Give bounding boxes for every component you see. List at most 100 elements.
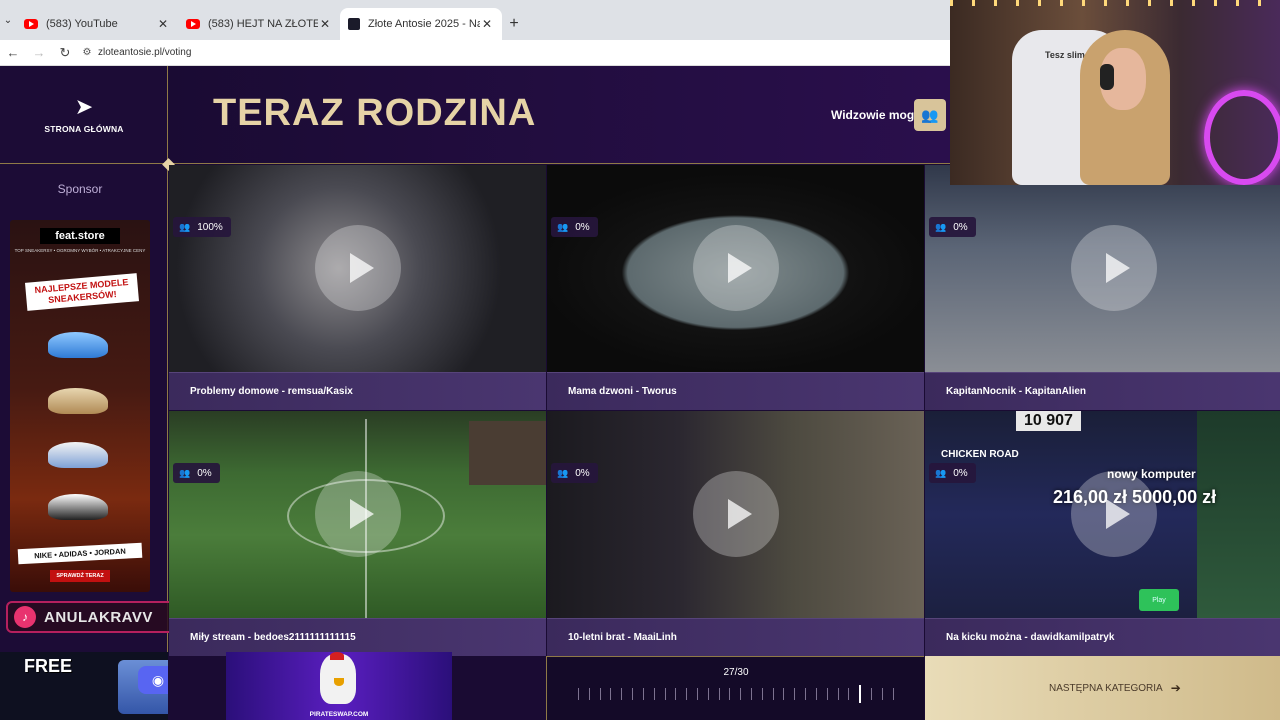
progress-tick (870, 688, 872, 700)
next-category-label: NASTĘPNA KATEGORIA (1049, 682, 1163, 694)
vote-percent: 0% (197, 467, 212, 479)
progress-tick (696, 688, 698, 700)
streamer-cam (469, 421, 546, 485)
users-icon: 👥 (557, 221, 569, 232)
progress-tick (664, 688, 666, 700)
progress-tick (686, 688, 688, 700)
browser-tab-active[interactable]: Złote Antosie 2025 - Największ ✕ (340, 8, 502, 40)
tab-close-icon[interactable]: ✕ (480, 17, 494, 31)
tiktok-icon: ♪ (14, 606, 36, 628)
arrow-right-icon: ➔ (1170, 681, 1181, 695)
progress-tick (578, 688, 579, 700)
progress-tick (740, 688, 742, 700)
headset-icon (1100, 64, 1114, 90)
play-icon[interactable] (693, 225, 779, 311)
pirate-url: PIRATESWAP.COM (309, 711, 369, 718)
sneaker-image (48, 388, 108, 414)
progress-tick (826, 688, 828, 700)
vote-percent: 0% (575, 221, 590, 233)
home-label: STRONA GŁÓWNA (44, 123, 124, 134)
progress-tick (599, 688, 601, 700)
string-lights (950, 0, 1280, 6)
users-icon[interactable]: 👥 (914, 99, 946, 131)
nominee-title: KapitanNocnik - KapitanAlien (925, 372, 1280, 410)
sponsor-ad[interactable]: feat.store TOP SNEAKERSY • OGROMNY WYBÓR… (10, 220, 150, 592)
back-icon[interactable]: ← (0, 45, 26, 60)
nominee-card[interactable]: 👥 100% Problemy domowe - remsua/Kasix (169, 165, 546, 410)
browser-tab[interactable]: (583) YouTube ✕ (16, 8, 178, 40)
tab-close-icon[interactable]: ✕ (318, 17, 332, 31)
vote-percent-badge: 👥 0% (173, 463, 220, 483)
tab-label: (583) YouTube (46, 18, 118, 30)
progress-tick (892, 688, 894, 700)
home-button[interactable]: ➤ STRONA GŁÓWNA (0, 66, 168, 164)
nominee-card[interactable]: 👥 0% 10-letni brat - MaaiLinh (547, 411, 924, 656)
progress-counter: 27/30 (723, 667, 749, 678)
play-icon[interactable] (1071, 225, 1157, 311)
sponsor-label: Sponsor (57, 182, 103, 196)
users-icon: 👥 (179, 467, 191, 478)
progress-ticks (578, 685, 894, 703)
play-icon[interactable] (693, 471, 779, 557)
progress-tick (718, 688, 720, 700)
nominee-title: Mama dzwoni - Tworus (547, 372, 924, 410)
sneaker-image (48, 442, 108, 468)
nominee-title: Problemy domowe - remsua/Kasix (169, 372, 546, 410)
users-icon: 👥 (935, 467, 947, 478)
play-icon[interactable] (1071, 471, 1157, 557)
users-icon: 👥 (179, 221, 191, 232)
new-tab-button[interactable]: + (502, 8, 526, 40)
chicken-comb (330, 652, 344, 660)
ad-cta[interactable]: SPRAWDŹ TERAZ (50, 570, 110, 582)
progress-tick (794, 688, 796, 700)
arrow-left-icon: ➤ (74, 93, 94, 119)
nominee-grid: 👥 100% Problemy domowe - remsua/Kasix 👥 0%… (169, 165, 1280, 656)
progress-tick (610, 688, 612, 700)
youtube-icon (186, 19, 200, 29)
play-icon[interactable] (315, 471, 401, 557)
tab-close-icon[interactable]: ✕ (156, 17, 170, 31)
nominee-card[interactable]: 👥 0% Mama dzwoni - Tworus (547, 165, 924, 410)
users-icon: 👥 (935, 221, 947, 232)
nominee-card[interactable]: 👥 0% Miły stream - bedoes2111111111115 (169, 411, 546, 656)
progress-tick (707, 688, 709, 700)
game-play-button: Play (1139, 589, 1179, 611)
progress-tick (848, 688, 850, 700)
nominee-title: Miły stream - bedoes2111111111115 (169, 618, 546, 656)
viewers-label: Widzowie mogą (831, 108, 921, 122)
nominee-card[interactable]: 👥 0% KapitanNocnik - KapitanAlien (925, 165, 1280, 410)
tab-search-icon[interactable]: ⌄ (0, 0, 16, 40)
tiktok-handle: ANULAKRAVV (44, 608, 153, 626)
vote-percent-badge: 👥 0% (929, 217, 976, 237)
next-category-button[interactable]: NASTĘPNA KATEGORIA ➔ (925, 656, 1280, 720)
site-info-icon[interactable]: ⚙ (78, 47, 96, 58)
forward-icon[interactable]: → (26, 45, 52, 60)
sneaker-image (48, 494, 108, 520)
vote-percent-badge: 👥 100% (173, 217, 231, 237)
url-field[interactable]: zloteantosie.pl/voting (98, 47, 191, 58)
free-label: FREE (24, 656, 73, 676)
progress-tick (815, 688, 817, 700)
progress-tick (642, 688, 644, 700)
tiktok-overlay: ♪ ANULAKRAVV (6, 601, 196, 633)
neon-ring (1204, 90, 1280, 185)
discord-icon: ◉ (138, 666, 168, 694)
progress-tick (632, 688, 634, 700)
progress-tick (772, 688, 774, 700)
progress-tick (675, 688, 677, 700)
progress-tick (751, 688, 752, 700)
play-icon[interactable] (315, 225, 401, 311)
discord-overlay: FREE ◉ (0, 652, 168, 720)
streamer-webcam: Tesz slime (950, 0, 1280, 185)
tab-label: Złote Antosie 2025 - Największ (368, 18, 480, 30)
nominee-card[interactable]: 10 907 CHICKEN ROAD nowy komputer 216,00… (925, 411, 1280, 656)
reload-icon[interactable]: ↻ (52, 45, 78, 61)
vote-percent: 0% (953, 467, 968, 479)
progress-tick (729, 688, 731, 700)
counter-overlay: 10 907 (1016, 411, 1081, 431)
browser-tab[interactable]: (583) HEJT NA ZŁOTE ANTOSIE ✕ (178, 8, 340, 40)
nominee-title: Na kicku można - dawidkamilpatryk (925, 618, 1280, 656)
tab-label: (583) HEJT NA ZŁOTE ANTOSIE (208, 18, 318, 30)
pirateswap-banner: PIRATESWAP.COM (226, 652, 452, 720)
progress-tick (621, 688, 623, 700)
